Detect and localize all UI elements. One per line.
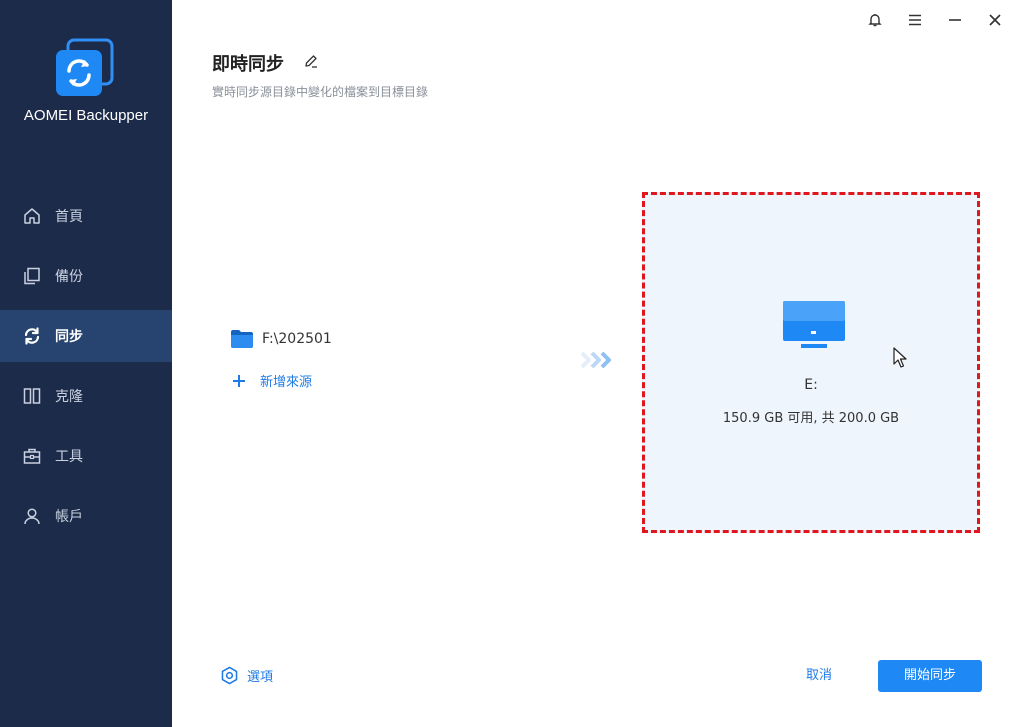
edit-icon[interactable] bbox=[303, 53, 319, 69]
sidebar-item-label: 備份 bbox=[55, 269, 83, 285]
sidebar-item-clone[interactable]: 克隆 bbox=[0, 370, 172, 422]
sidebar-item-label: 同步 bbox=[55, 329, 83, 345]
sidebar-item-backup[interactable]: 備份 bbox=[0, 250, 172, 302]
account-icon bbox=[22, 506, 42, 526]
cancel-button[interactable]: 取消 bbox=[790, 660, 848, 692]
close-button[interactable] bbox=[975, 8, 1015, 32]
sidebar-item-home[interactable]: 首頁 bbox=[0, 190, 172, 242]
minimize-button[interactable] bbox=[935, 8, 975, 32]
window-controls bbox=[855, 8, 1015, 32]
aomei-logo bbox=[56, 38, 114, 96]
close-icon bbox=[989, 14, 1001, 26]
add-source-label: 新增來源 bbox=[260, 375, 313, 390]
notification-button[interactable] bbox=[855, 8, 895, 32]
bell-icon bbox=[868, 14, 882, 27]
tools-icon bbox=[22, 446, 42, 466]
sidebar-item-account[interactable]: 帳戶 bbox=[0, 490, 172, 542]
destination-panel[interactable]: E: 150.9 GB 可用, 共 200.0 GB bbox=[642, 192, 980, 533]
options-label: 選項 bbox=[247, 670, 274, 685]
plus-icon bbox=[233, 374, 245, 387]
sidebar-item-tools[interactable]: 工具 bbox=[0, 430, 172, 482]
minimize-icon bbox=[949, 19, 961, 21]
folder-icon bbox=[231, 330, 253, 348]
sidebar-item-label: 首頁 bbox=[55, 209, 83, 225]
clone-icon bbox=[22, 386, 42, 406]
source-item[interactable]: F:\202501 bbox=[230, 329, 332, 349]
gear-icon bbox=[221, 666, 238, 685]
source-path: F:\202501 bbox=[262, 331, 332, 347]
options-button[interactable]: 選項 bbox=[220, 666, 273, 685]
mouse-cursor-icon bbox=[893, 347, 907, 368]
sidebar-item-sync[interactable]: 同步 bbox=[0, 310, 172, 362]
drive-monitor-icon bbox=[783, 301, 845, 348]
sync-icon bbox=[22, 326, 42, 346]
start-sync-button[interactable]: 開始同步 bbox=[878, 660, 982, 692]
drive-space: 150.9 GB 可用, 共 200.0 GB bbox=[722, 411, 900, 426]
direction-arrows-icon bbox=[580, 351, 611, 369]
sidebar-item-label: 克隆 bbox=[55, 389, 83, 405]
drive-letter: E: bbox=[804, 377, 818, 393]
menu-button[interactable] bbox=[895, 8, 935, 32]
sidebar-nav: 首頁 備份 同步 克隆 工具 帳戶 bbox=[0, 190, 172, 550]
backup-icon bbox=[22, 266, 42, 286]
add-source-button[interactable]: 新增來源 bbox=[232, 371, 312, 390]
app-window: AOMEI Backupper 首頁 備份 同步 克隆 工具 帳戶 即時同步 實… bbox=[0, 0, 1021, 727]
sidebar-item-label: 帳戶 bbox=[55, 509, 83, 525]
page-title: 即時同步 bbox=[212, 54, 284, 75]
sidebar: AOMEI Backupper 首頁 備份 同步 克隆 工具 帳戶 bbox=[0, 0, 172, 727]
menu-icon bbox=[909, 14, 921, 26]
page-subtitle: 實時同步源目錄中變化的檔案到目標目錄 bbox=[212, 85, 429, 99]
app-name: AOMEI Backupper bbox=[23, 107, 149, 124]
sidebar-item-label: 工具 bbox=[55, 449, 83, 465]
home-icon bbox=[22, 206, 42, 226]
